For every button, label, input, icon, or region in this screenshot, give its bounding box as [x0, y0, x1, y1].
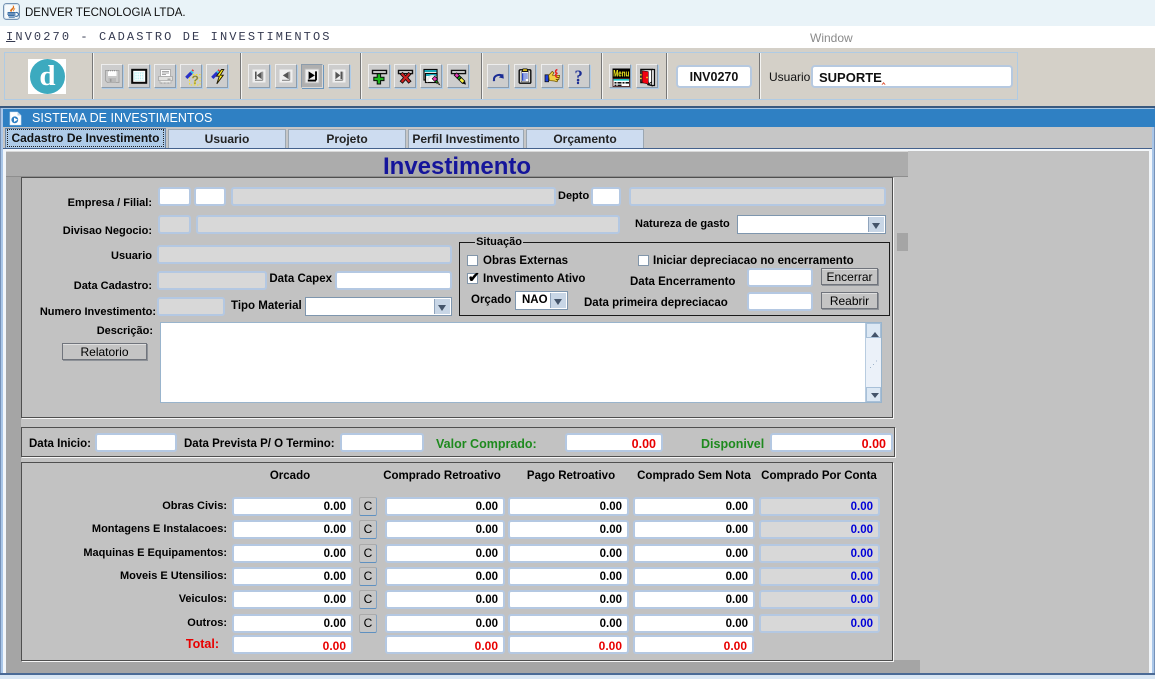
- svg-text:Menu: Menu: [613, 69, 629, 80]
- svg-text:?: ?: [192, 73, 199, 86]
